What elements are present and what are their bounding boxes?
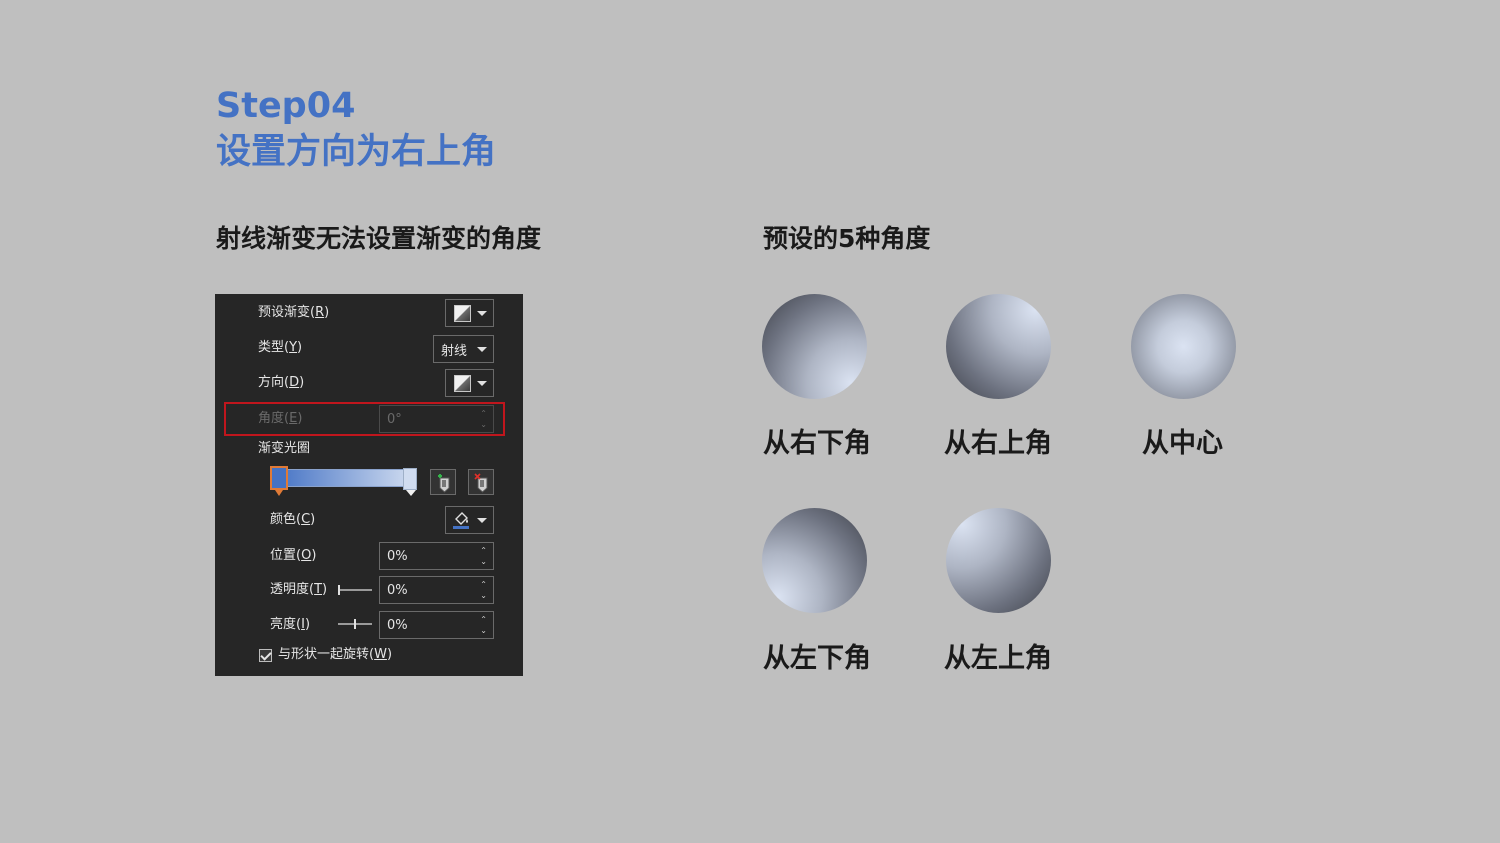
paint-bucket-icon: [453, 512, 469, 529]
angle-highlight-box: [224, 402, 505, 436]
remove-stop-button[interactable]: [468, 469, 494, 495]
transparency-value: 0%: [387, 583, 408, 598]
transparency-label: 透明度(T): [270, 582, 328, 597]
preset-label-from-bottom-right: 从右下角: [763, 428, 871, 459]
step-subtitle: 设置方向为右上角: [216, 132, 497, 172]
spin-down-icon: ⌄: [480, 626, 487, 635]
caret-down-icon: [477, 346, 487, 352]
step-title: Step04: [216, 86, 356, 126]
sphere-from-top-left: [946, 508, 1051, 613]
left-caption: 射线渐变无法设置渐变的角度: [216, 224, 542, 253]
gradient-stop-left[interactable]: [270, 466, 288, 496]
gradient-swatch-icon: [454, 304, 471, 322]
type-dropdown[interactable]: 射线: [433, 335, 494, 363]
gradient-stops-label: 渐变光圈: [258, 441, 311, 456]
preset-label-from-center: 从中心: [1142, 428, 1223, 459]
preset-gradient-label: 预设渐变(R): [258, 305, 330, 320]
color-dropdown[interactable]: [445, 506, 494, 534]
preset-label-from-top-left: 从左上角: [944, 643, 1052, 674]
spin-up-icon: ⌃: [480, 546, 487, 555]
color-label: 颜色(C): [270, 512, 316, 527]
brightness-label: 亮度(I): [270, 617, 311, 632]
preset-label-from-top-right: 从右上角: [944, 428, 1052, 459]
direction-swatch-icon: [454, 374, 471, 392]
preset-label-from-bottom-left: 从左下角: [763, 643, 871, 674]
sphere-from-top-right: [946, 294, 1051, 399]
type-value: 射线: [440, 343, 467, 359]
sphere-from-bottom-right: [762, 294, 867, 399]
spin-up-icon: ⌃: [480, 615, 487, 624]
rotate-with-shape-label: 与形状一起旋转(W): [278, 647, 393, 662]
spin-up-icon: ⌃: [480, 580, 487, 589]
sphere-from-center: [1131, 294, 1236, 399]
caret-down-icon: [477, 310, 487, 316]
brightness-spinner[interactable]: 0% ⌃ ⌄: [379, 611, 494, 639]
type-label: 类型(Y): [258, 340, 303, 355]
caret-down-icon: [477, 380, 487, 386]
add-stop-button[interactable]: [430, 469, 456, 495]
preset-gradient-dropdown[interactable]: [445, 299, 494, 327]
position-label: 位置(O): [270, 548, 317, 563]
transparency-spinner[interactable]: 0% ⌃ ⌄: [379, 576, 494, 604]
direction-dropdown[interactable]: [445, 369, 494, 397]
position-spinner[interactable]: 0% ⌃ ⌄: [379, 542, 494, 570]
spin-down-icon: ⌄: [480, 557, 487, 566]
caret-down-icon: [477, 517, 487, 523]
add-stop-icon: [438, 474, 450, 493]
direction-label: 方向(D): [258, 375, 305, 390]
gradient-stops-bar[interactable]: [273, 469, 414, 487]
position-value: 0%: [387, 549, 408, 564]
gradient-stop-right[interactable]: [403, 468, 417, 496]
transparency-slider-icon[interactable]: [338, 583, 372, 597]
remove-stop-icon: [474, 473, 488, 493]
sphere-from-bottom-left: [762, 508, 867, 613]
right-caption: 预设的5种角度: [763, 224, 931, 253]
brightness-slider-icon[interactable]: [338, 617, 372, 631]
brightness-value: 0%: [387, 618, 408, 633]
rotate-with-shape-checkbox[interactable]: [259, 649, 272, 662]
spin-down-icon: ⌄: [480, 591, 487, 600]
